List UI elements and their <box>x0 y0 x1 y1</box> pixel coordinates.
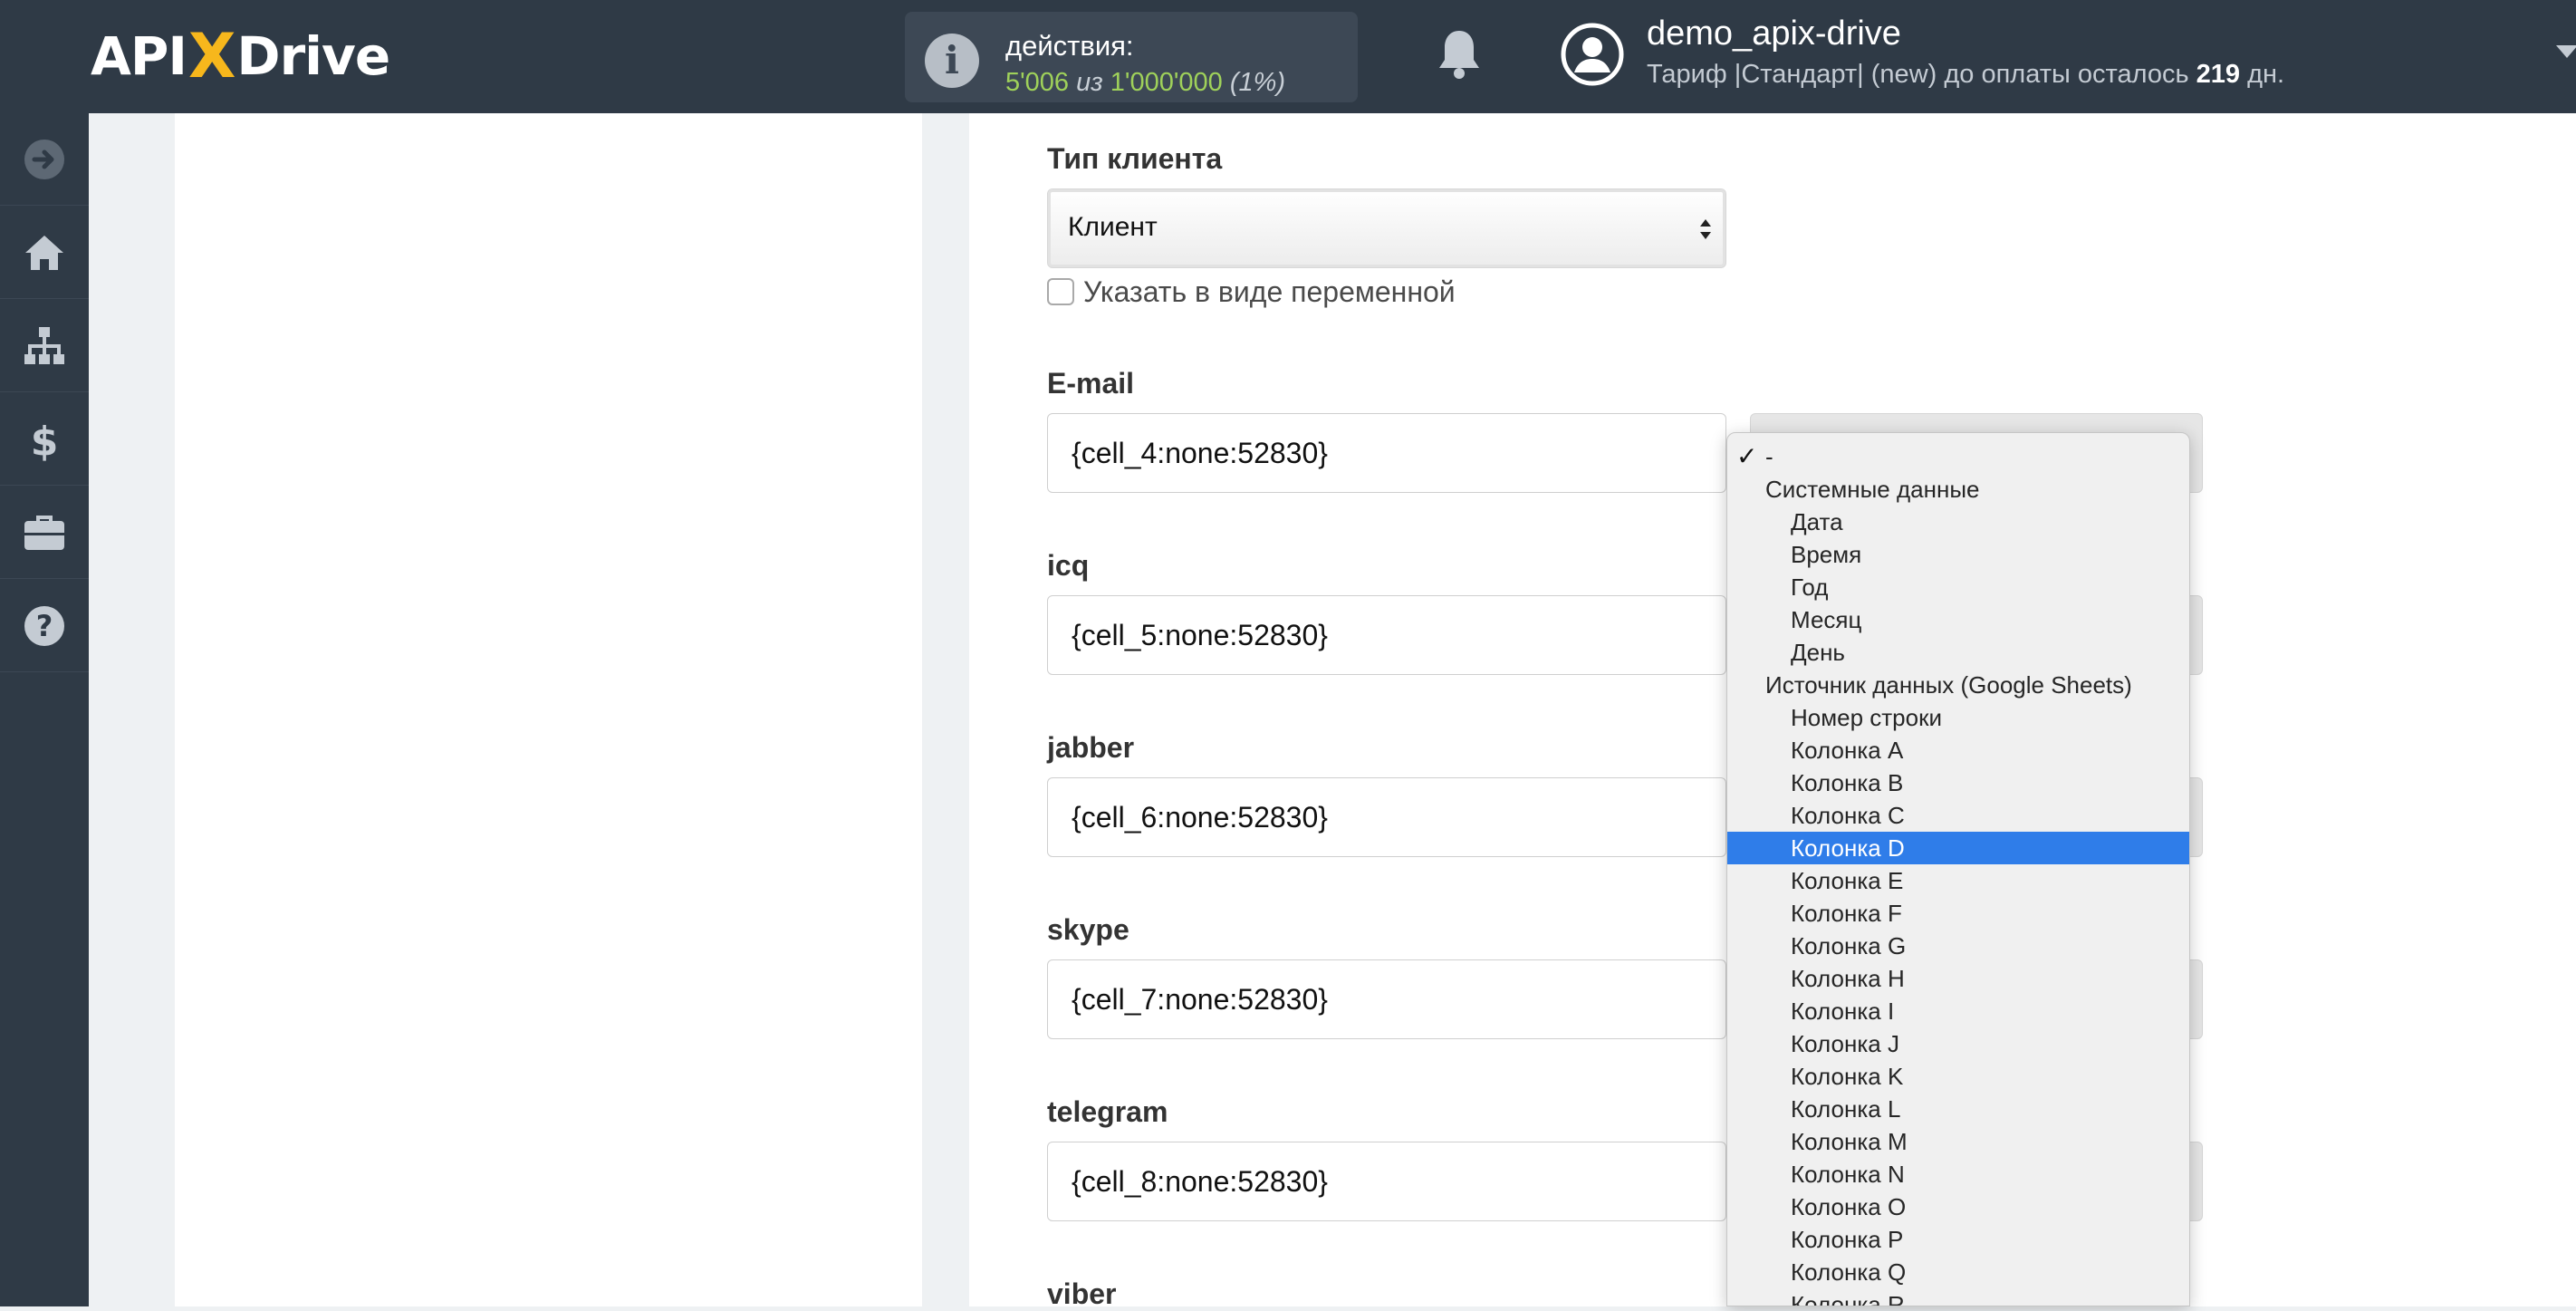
actions-of: из <box>1076 68 1103 97</box>
dropdown-option[interactable]: День <box>1727 636 2189 669</box>
dropdown-group-source: Источник данных (Google Sheets) <box>1765 671 2132 699</box>
variable-checkbox-label: Указать в виде переменной <box>1083 275 1456 308</box>
checkmark-icon: ✓ <box>1736 441 1758 471</box>
client-type-select[interactable]: Клиент <box>1047 188 1726 268</box>
client-type-label: Тип клиента <box>1047 142 1223 175</box>
actions-label: действия: <box>1005 30 1134 62</box>
sidebar-item-tools[interactable] <box>0 487 89 579</box>
dropdown-option-selected[interactable]: Колонка D <box>1727 832 2189 864</box>
dropdown-option[interactable]: Время <box>1727 538 2189 571</box>
actions-counter: i действия: 5'006 из 1'000'000 (1%) <box>905 12 1358 102</box>
help-icon: ? <box>24 605 64 646</box>
sidebar-item-home[interactable] <box>0 207 89 299</box>
dropdown-option[interactable]: Колонка F <box>1727 897 2189 930</box>
user-avatar-icon[interactable] <box>1560 22 1625 87</box>
home-icon <box>25 235 63 270</box>
actions-percent: (1%) <box>1229 68 1286 97</box>
dropdown-option[interactable]: Месяц <box>1727 603 2189 636</box>
skype-field-value: {cell_7:none:52830} <box>1072 983 1328 1016</box>
dropdown-option[interactable]: Колонка C <box>1727 799 2189 832</box>
svg-text:$: $ <box>31 419 59 462</box>
logo-text-x: X <box>187 20 235 92</box>
dropdown-option[interactable]: Колонка L <box>1727 1093 2189 1125</box>
dropdown-option[interactable]: Колонка K <box>1727 1060 2189 1093</box>
tariff-days-suffix: дн. <box>2247 60 2285 89</box>
dropdown-option[interactable]: Год <box>1727 571 2189 603</box>
telegram-field[interactable]: {cell_8:none:52830} <box>1047 1142 1726 1221</box>
viber-label: viber <box>1047 1277 1117 1310</box>
email-label: E-mail <box>1047 367 1135 400</box>
telegram-field-value: {cell_8:none:52830} <box>1072 1165 1328 1198</box>
dropdown-option-empty[interactable]: ✓ - <box>1727 440 2189 473</box>
dropdown-option-empty-label: - <box>1765 443 1773 470</box>
briefcase-icon <box>24 515 64 550</box>
dollar-icon: $ <box>31 419 59 462</box>
sidebar-item-help[interactable]: ? <box>0 580 89 672</box>
dropdown-option[interactable]: Колонка P <box>1727 1223 2189 1256</box>
bell-icon[interactable] <box>1435 27 1484 82</box>
icq-field[interactable]: {cell_5:none:52830} <box>1047 595 1726 675</box>
dropdown-option[interactable]: Колонка J <box>1727 1027 2189 1060</box>
dropdown-option[interactable]: Номер строки <box>1727 701 2189 734</box>
email-field-value: {cell_4:none:52830} <box>1072 437 1328 469</box>
tariff-days: 219 <box>2196 60 2241 89</box>
left-panel <box>175 113 922 1306</box>
dropdown-option[interactable]: Колонка I <box>1727 995 2189 1027</box>
variable-checkbox[interactable] <box>1047 278 1074 305</box>
jabber-field[interactable]: {cell_6:none:52830} <box>1047 777 1726 857</box>
dropdown-option[interactable]: Колонка E <box>1727 864 2189 897</box>
dropdown-option[interactable]: Колонка O <box>1727 1191 2189 1223</box>
sitemap-icon <box>24 326 64 364</box>
icq-field-value: {cell_5:none:52830} <box>1072 619 1328 651</box>
select-arrows-icon <box>1700 219 1711 239</box>
actions-total: 1'000'000 <box>1110 68 1223 97</box>
dropdown-group-system: Системные данные <box>1765 476 1980 503</box>
tariff-text: Тариф |Стандарт| (new) до оплаты осталос… <box>1647 60 2189 89</box>
actions-count: 5'006 из 1'000'000 (1%) <box>1005 68 1285 98</box>
sidebar-item-billing[interactable]: $ <box>0 393 89 486</box>
sidebar-item-expand[interactable] <box>0 113 89 206</box>
user-name[interactable]: demo_apix-drive <box>1647 14 1901 53</box>
logo-text-api: API <box>91 25 187 87</box>
dropdown-option[interactable]: Колонка R <box>1727 1288 2189 1306</box>
email-field[interactable]: {cell_4:none:52830} <box>1047 413 1726 493</box>
svg-text:?: ? <box>36 609 53 643</box>
info-icon: i <box>925 34 979 88</box>
skype-label: skype <box>1047 913 1129 946</box>
dropdown-option[interactable]: Дата <box>1727 506 2189 538</box>
arrow-right-circle-icon <box>24 139 64 179</box>
dropdown-option[interactable]: Колонка A <box>1727 734 2189 766</box>
jabber-field-value: {cell_6:none:52830} <box>1072 801 1328 834</box>
dropdown-option[interactable]: Колонка G <box>1727 930 2189 962</box>
logo-text-drive: Drive <box>236 25 390 87</box>
actions-used: 5'006 <box>1005 68 1070 97</box>
variable-checkbox-row[interactable]: Указать в виде переменной <box>1047 274 1456 310</box>
jabber-label: jabber <box>1047 731 1135 764</box>
icq-label: icq <box>1047 549 1090 582</box>
top-bar: API X Drive i действия: 5'006 из 1'000'000… <box>0 0 2576 113</box>
dropdown-option[interactable]: Колонка N <box>1727 1158 2189 1191</box>
dropdown-option[interactable]: Колонка M <box>1727 1125 2189 1158</box>
sidebar-item-connections[interactable] <box>0 300 89 392</box>
skype-field[interactable]: {cell_7:none:52830} <box>1047 959 1726 1039</box>
user-menu-chevron-icon[interactable] <box>2556 45 2576 58</box>
source-dropdown-list[interactable]: ✓ - Системные данные Дата Время Год Меся… <box>1726 432 2190 1306</box>
dropdown-option[interactable]: Колонка H <box>1727 962 2189 995</box>
dropdown-option[interactable]: Колонка B <box>1727 766 2189 799</box>
dropdown-option[interactable]: Колонка Q <box>1727 1256 2189 1288</box>
client-type-value: Клиент <box>1068 212 1158 242</box>
telegram-label: telegram <box>1047 1095 1168 1128</box>
tariff-info: Тариф |Стандарт| (new) до оплаты осталос… <box>1647 60 2284 90</box>
sidebar: $ ? <box>0 113 89 1306</box>
apixdrive-logo[interactable]: API X Drive <box>91 20 390 92</box>
